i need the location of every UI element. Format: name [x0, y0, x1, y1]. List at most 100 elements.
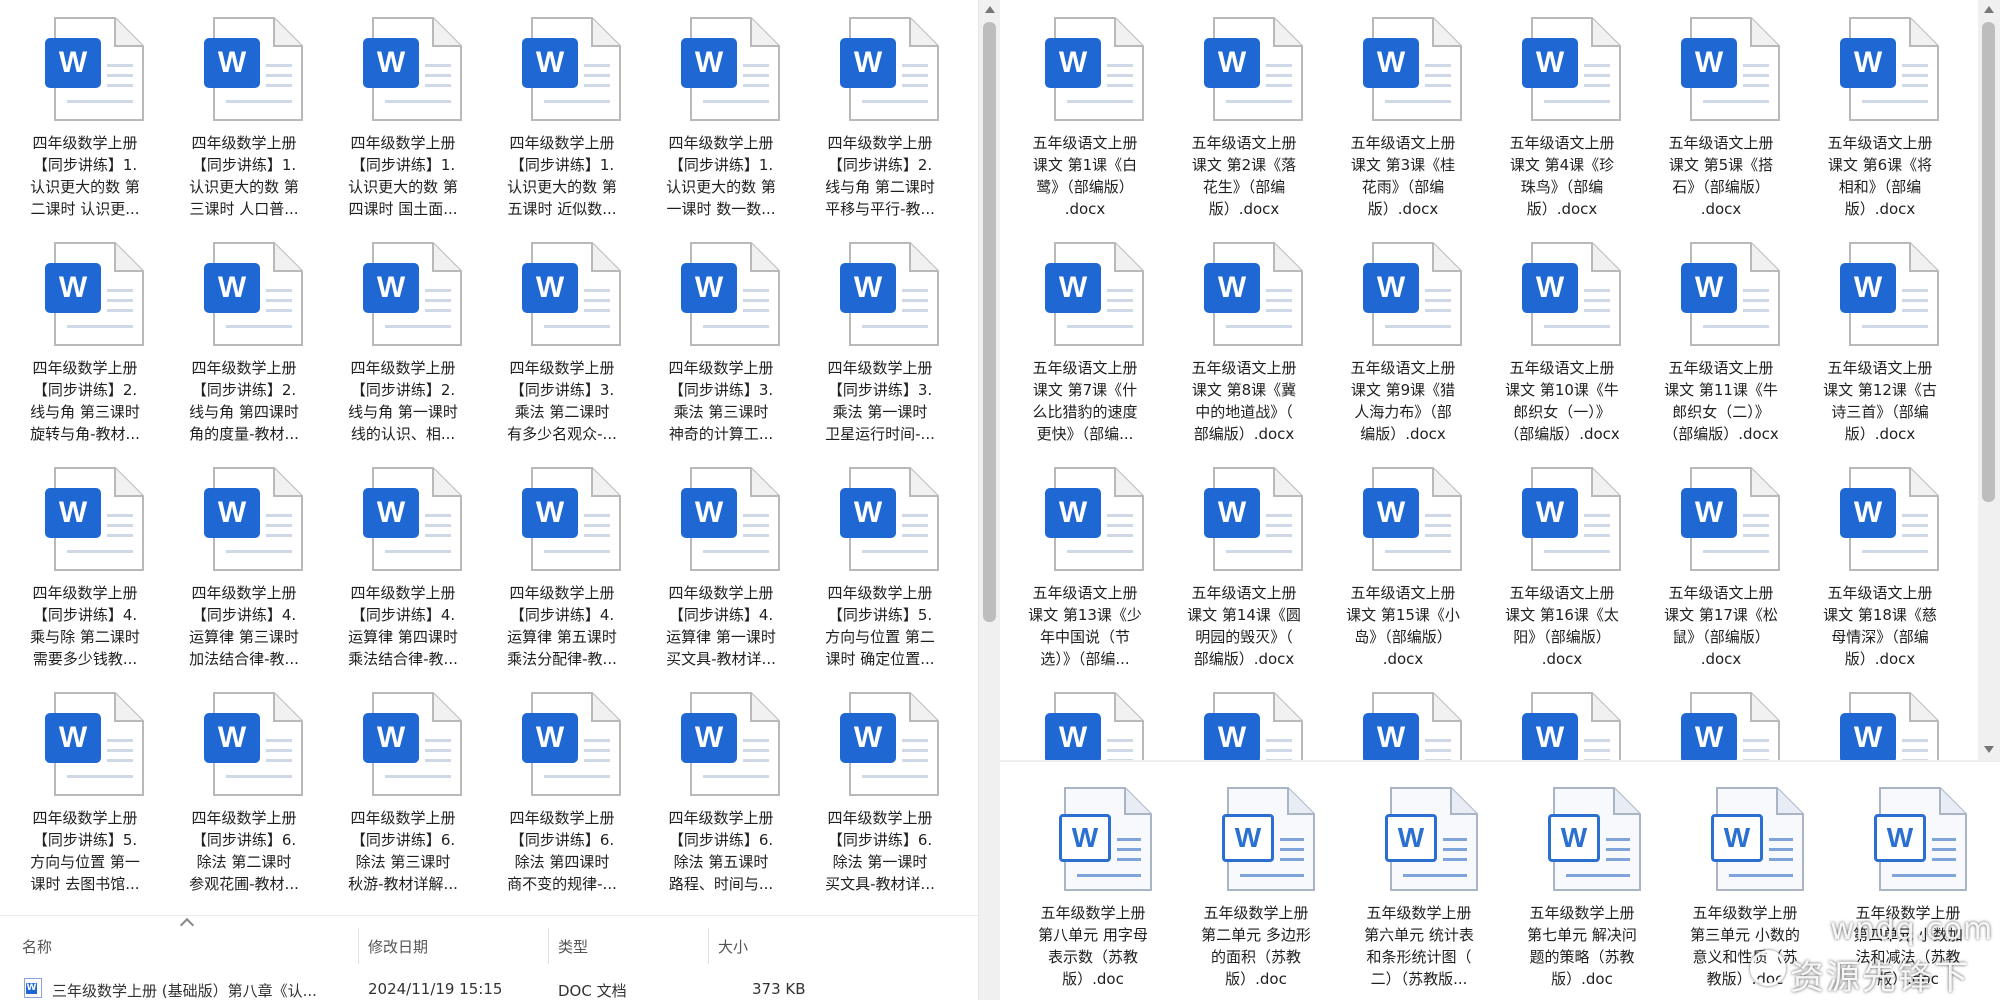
file-name-label: 五年级语文上册 课文 第3课《桂 花雨》（部编 版）.docx: [1350, 134, 1456, 218]
file-item[interactable]: W 五年级语文上册 课文 第3课《桂 花雨》（部编 版）.docx: [1328, 0, 1478, 225]
file-item[interactable]: W 四年级数学上册 【同步讲练】6. 除法 第一课时 买文具-教材详...: [805, 675, 955, 900]
word-doc-icon: W: [838, 241, 940, 347]
file-item[interactable]: W 五年级语文上册 课文 第12课《古 诗三首》（部编 版）.docx: [1805, 225, 1955, 450]
word-letter: W: [1522, 263, 1578, 313]
file-item[interactable]: W 四年级数学上册 【同步讲练】1. 认识更大的数 第 一课时 数一数...: [646, 0, 796, 225]
file-name-label: 五年级语文上册 课文 第1课《白 鹭》（部编版） .docx: [1032, 134, 1138, 218]
file-name-label: 五年级语文上册 课文 第16课《太 阳》（部编版） .docx: [1505, 584, 1619, 668]
file-item[interactable]: W 四年级数学上册 【同步讲练】4. 运算律 第四课时 乘法结合律-教...: [328, 450, 478, 675]
word-letter: W: [840, 263, 896, 313]
file-item[interactable]: W 四年级数学上册 【同步讲练】6. 除法 第三课时 秋游-教材详解...: [328, 675, 478, 900]
right-scroll-thumb[interactable]: [1982, 22, 1995, 502]
file-item[interactable]: W 四年级数学上册 【同步讲练】3. 乘法 第二课时 有多少名观众-...: [487, 225, 637, 450]
file-item[interactable]: W 四年级数学上册 【同步讲练】6. 除法 第二课时 参观花圃-教材...: [169, 675, 319, 900]
file-name-label: 四年级数学上册 【同步讲练】4. 运算律 第三课时 加法结合律-教...: [189, 584, 299, 668]
file-item[interactable]: W 五年级语文上册 课文 第17课《松 鼠》（部编版） .docx: [1646, 450, 1796, 675]
column-header-name[interactable]: 名称: [22, 936, 52, 957]
word-doc-icon: W: [1520, 241, 1622, 347]
file-item[interactable]: W 四年级数学上册 【同步讲练】3. 乘法 第一课时 卫星运行时间-...: [805, 225, 955, 450]
word-doc-icon: W: [520, 16, 622, 122]
column-header-modified[interactable]: 修改日期: [368, 936, 428, 957]
watermark-url: wndq.com: [1830, 912, 1994, 947]
file-item[interactable]: W 五年级数学上册 第六单元 统计表 和条形统计图（ 二）（苏教版...: [1344, 770, 1494, 995]
scroll-up-arrow-icon[interactable]: [1984, 6, 1994, 13]
left-scroll-thumb[interactable]: [983, 22, 996, 622]
file-item-partial[interactable]: W: [1487, 675, 1637, 760]
file-item[interactable]: W 五年级语文上册 课文 第16课《太 阳》（部编版） .docx: [1487, 450, 1637, 675]
left-scrollbar[interactable]: [978, 0, 1000, 1000]
word-doc-icon: W: [520, 691, 622, 797]
file-item[interactable]: W 五年级语文上册 课文 第4课《珍 珠鸟》（部编 版）.docx: [1487, 0, 1637, 225]
file-item[interactable]: W 四年级数学上册 【同步讲练】4. 运算律 第一课时 买文具-教材详...: [646, 450, 796, 675]
word-letter: W: [1681, 38, 1737, 88]
file-item[interactable]: W 五年级语文上册 课文 第18课《慈 母情深》（部编 版）.docx: [1805, 450, 1955, 675]
file-item-partial[interactable]: W: [1805, 675, 1955, 760]
file-item[interactable]: W 四年级数学上册 【同步讲练】4. 运算律 第五课时 乘法分配律-教...: [487, 450, 637, 675]
word-doc-icon: W: [1838, 241, 1940, 347]
file-item[interactable]: W 五年级语文上册 课文 第14课《圆 明园的毁灭》（ 部编版）.docx: [1169, 450, 1319, 675]
file-item[interactable]: W 五年级语文上册 课文 第6课《将 相和》（部编 版）.docx: [1805, 0, 1955, 225]
scroll-down-arrow-icon[interactable]: [1984, 746, 1994, 753]
file-item[interactable]: W 四年级数学上册 【同步讲练】5. 方向与位置 第二 课时 确定位置...: [805, 450, 955, 675]
word-letter: W: [363, 488, 419, 538]
file-item[interactable]: W 五年级语文上册 课文 第11课《牛 郎织女（二）》 （部编版）.docx: [1646, 225, 1796, 450]
file-item[interactable]: W 五年级语文上册 课文 第1课《白 鹭》（部编版） .docx: [1010, 0, 1160, 225]
file-item[interactable]: W 五年级语文上册 课文 第10课《牛 郎织女（一）》 （部编版）.docx: [1487, 225, 1637, 450]
file-item-partial[interactable]: W: [1328, 675, 1478, 760]
file-item[interactable]: W 四年级数学上册 【同步讲练】2. 线与角 第二课时 平移与平行-教...: [805, 0, 955, 225]
file-item[interactable]: W 五年级数学上册 第八单元 用字母 表示数（苏教 版）.doc: [1018, 770, 1168, 995]
word-letter: W: [681, 38, 737, 88]
word-doc-icon: W: [1361, 466, 1463, 572]
word-letter: W: [1045, 263, 1101, 313]
file-item[interactable]: W 四年级数学上册 【同步讲练】6. 除法 第四课时 商不变的规律-...: [487, 675, 637, 900]
file-item[interactable]: W 五年级语文上册 课文 第13课《少 年中国说（节 选）》（部编...: [1010, 450, 1160, 675]
file-item[interactable]: W 五年级语文上册 课文 第5课《搭 石》（部编版） .docx: [1646, 0, 1796, 225]
watermark: wndq.com 资源先锋下载: [1720, 900, 2000, 1000]
file-item[interactable]: W 四年级数学上册 【同步讲练】1. 认识更大的数 第 四课时 国土面...: [328, 0, 478, 225]
word-letter: W: [1522, 713, 1578, 760]
file-item[interactable]: W 四年级数学上册 【同步讲练】2. 线与角 第三课时 旋转与角-教材...: [10, 225, 160, 450]
file-item[interactable]: W 四年级数学上册 【同步讲练】5. 方向与位置 第一 课时 去图书馆...: [10, 675, 160, 900]
word-doc-icon: W: [202, 241, 304, 347]
file-row[interactable]: W 三年级数学上册 (基础版）第八章《认... 2024/11/19 15:15…: [0, 976, 978, 1000]
word-letter: W: [1874, 814, 1926, 862]
file-item[interactable]: W 四年级数学上册 【同步讲练】4. 运算律 第三课时 加法结合律-教...: [169, 450, 319, 675]
scroll-up-arrow-icon[interactable]: [985, 6, 995, 13]
column-header-size[interactable]: 大小: [718, 936, 748, 957]
word-letter: W: [1204, 263, 1260, 313]
file-item[interactable]: W 五年级语文上册 课文 第15课《小 岛》（部编版） .docx: [1328, 450, 1478, 675]
file-item[interactable]: W 四年级数学上册 【同步讲练】1. 认识更大的数 第 三课时 人口普...: [169, 0, 319, 225]
file-name-label: 四年级数学上册 【同步讲练】5. 方向与位置 第一 课时 去图书馆...: [30, 809, 140, 893]
column-header-type[interactable]: 类型: [558, 936, 588, 957]
file-item[interactable]: W 五年级数学上册 第二单元 多边形 的面积（苏教 版）.doc: [1181, 770, 1331, 995]
file-item[interactable]: W 四年级数学上册 【同步讲练】3. 乘法 第三课时 神奇的计算工...: [646, 225, 796, 450]
column-separator[interactable]: [708, 928, 709, 964]
word-letter: W: [1840, 38, 1896, 88]
file-name-label: 四年级数学上册 【同步讲练】2. 线与角 第一课时 线的认识、相...: [348, 359, 458, 443]
file-item[interactable]: W 四年级数学上册 【同步讲练】1. 认识更大的数 第 五课时 近似数...: [487, 0, 637, 225]
file-item[interactable]: W 五年级语文上册 课文 第2课《落 花生》（部编 版）.docx: [1169, 0, 1319, 225]
file-item-partial[interactable]: W: [1169, 675, 1319, 760]
file-item[interactable]: W 四年级数学上册 【同步讲练】2. 线与角 第一课时 线的认识、相...: [328, 225, 478, 450]
file-item[interactable]: W 四年级数学上册 【同步讲练】1. 认识更大的数 第 二课时 认识更...: [10, 0, 160, 225]
right-scrollbar[interactable]: [1978, 0, 2000, 760]
file-item-partial[interactable]: W: [1010, 675, 1160, 760]
file-item[interactable]: W 五年级数学上册 第七单元 解决问 题的策略（苏教 版）.doc: [1507, 770, 1657, 995]
word-letter: W: [204, 263, 260, 313]
word-letter: W: [1681, 488, 1737, 538]
file-item[interactable]: W 五年级语文上册 课文 第8课《冀 中的地道战》（ 部编版）.docx: [1169, 225, 1319, 450]
file-item[interactable]: W 五年级语文上册 课文 第9课《猎 人海力布》（部 编版）.docx: [1328, 225, 1478, 450]
column-separator[interactable]: [548, 928, 549, 964]
file-name-label: 五年级语文上册 课文 第5课《搭 石》（部编版） .docx: [1668, 134, 1774, 218]
word-doc-icon: W: [1520, 691, 1622, 760]
word-doc-icon: W: [1838, 691, 1940, 760]
file-item[interactable]: W 五年级语文上册 课文 第7课《什 么比猎豹的速度 更快》（部编...: [1010, 225, 1160, 450]
sort-up-icon: [179, 917, 195, 933]
file-name-label: 四年级数学上册 【同步讲练】5. 方向与位置 第二 课时 确定位置...: [825, 584, 935, 668]
column-separator[interactable]: [358, 928, 359, 964]
file-item[interactable]: W 四年级数学上册 【同步讲练】4. 乘与除 第二课时 需要多少钱教...: [10, 450, 160, 675]
file-item[interactable]: W 四年级数学上册 【同步讲练】6. 除法 第五课时 路程、时间与...: [646, 675, 796, 900]
file-item-partial[interactable]: W: [1646, 675, 1796, 760]
pane-divider: [1000, 760, 2000, 762]
file-item[interactable]: W 四年级数学上册 【同步讲练】2. 线与角 第四课时 角的度量-教材...: [169, 225, 319, 450]
